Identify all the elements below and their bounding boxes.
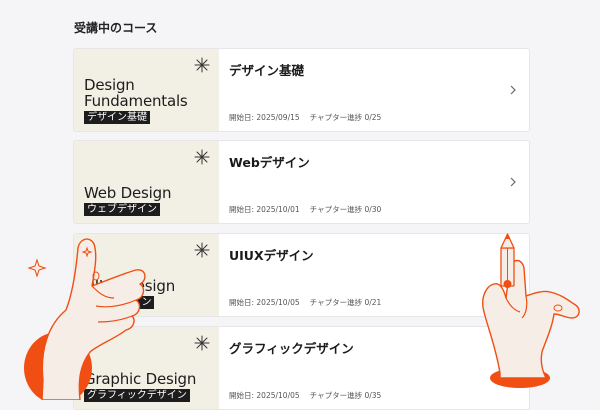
section-title: 受講中のコース <box>74 21 158 35</box>
course-card-design-fundamentals[interactable]: Design Fundamentals デザイン基礎 デザイン基礎 開始日: 2… <box>73 48 530 132</box>
thumbnail-subtitle: UIUXデザイン <box>84 296 155 309</box>
course-thumbnail: Design Fundamentals デザイン基礎 <box>74 49 219 131</box>
course-card-web-design[interactable]: Web Design ウェブデザイン Webデザイン 開始日: 2025/10/… <box>73 140 530 224</box>
thumbnail-title: Graphic Design <box>84 370 197 388</box>
course-name[interactable]: UIUXデザイン <box>229 245 314 264</box>
course-start-date: 開始日: 2025/10/05 <box>229 298 300 307</box>
course-start-date: 開始日: 2025/10/05 <box>229 391 300 400</box>
course-progress: チャプター進捗 0/30 <box>309 205 382 214</box>
course-meta: 開始日: 2025/09/15 チャプター進捗 0/25 <box>229 112 381 123</box>
thumbnail-title: UIUX Design <box>84 277 176 295</box>
course-start-date: 開始日: 2025/09/15 <box>229 113 300 122</box>
course-name[interactable]: Webデザイン <box>229 152 310 171</box>
course-card-uiux-design[interactable]: UIUX Design UIUXデザイン UIUXデザイン 開始日: 2025/… <box>73 233 530 317</box>
sparkle-icon <box>194 149 210 165</box>
thumbnail-title: Web Design <box>84 184 172 202</box>
sparkle-icon <box>194 57 210 73</box>
course-card-graphic-design[interactable]: Graphic Design グラフィックデザイン グラフィックデザイン 開始日… <box>73 326 530 410</box>
course-thumbnail: UIUX Design UIUXデザイン <box>74 234 219 316</box>
sparkle-icon <box>27 258 47 278</box>
course-progress: チャプター進捗 0/21 <box>309 298 382 307</box>
course-meta: 開始日: 2025/10/01 チャプター進捗 0/30 <box>229 204 381 215</box>
course-progress: チャプター進捗 0/25 <box>309 113 382 122</box>
course-name[interactable]: グラフィックデザイン <box>229 338 354 357</box>
course-meta: 開始日: 2025/10/05 チャプター進捗 0/21 <box>229 297 381 308</box>
course-thumbnail: Web Design ウェブデザイン <box>74 141 219 223</box>
thumbnail-subtitle: ウェブデザイン <box>84 203 160 216</box>
course-name[interactable]: デザイン基礎 <box>229 60 304 79</box>
course-progress: チャプター進捗 0/35 <box>309 391 382 400</box>
course-start-date: 開始日: 2025/10/01 <box>229 205 300 214</box>
thumbnail-subtitle: グラフィックデザイン <box>84 389 190 402</box>
course-thumbnail: Graphic Design グラフィックデザイン <box>74 327 219 409</box>
thumbnail-subtitle: デザイン基礎 <box>84 111 150 124</box>
sparkle-icon <box>194 242 210 258</box>
sparkle-icon <box>194 335 210 351</box>
course-meta: 開始日: 2025/10/05 チャプター進捗 0/35 <box>229 390 381 401</box>
chevron-right-icon[interactable] <box>509 84 517 96</box>
chevron-right-icon[interactable] <box>509 269 517 281</box>
thumbnail-title: Design Fundamentals <box>84 76 188 110</box>
chevron-right-icon[interactable] <box>509 176 517 188</box>
chevron-right-icon[interactable] <box>509 362 517 374</box>
